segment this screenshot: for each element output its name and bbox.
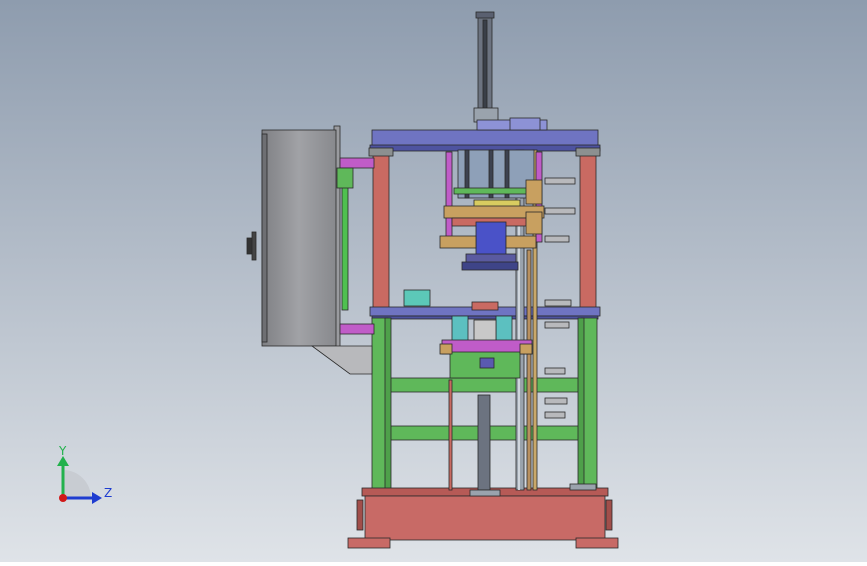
- top-cylinder-cap: [475, 11, 495, 19]
- head-right-tan-block-2: [525, 211, 543, 235]
- head-green-plate: [453, 187, 537, 195]
- base-body: [364, 495, 606, 541]
- frame-crossbar-1: [387, 377, 582, 393]
- die-right-block: [495, 315, 513, 343]
- upper-side-bracket-1: [544, 177, 576, 185]
- die-purple-ring: [479, 357, 495, 369]
- upper-column-right-cap: [575, 147, 601, 157]
- middle-side-bracket-1: [544, 299, 572, 307]
- cabinet-body: [261, 129, 337, 347]
- cabinet-handle-bar: [251, 231, 257, 261]
- lower-cylinder: [477, 394, 491, 491]
- cabinet-green-rail: [341, 185, 349, 311]
- viewport-background: [0, 0, 867, 562]
- cabinet-green-bracket: [336, 167, 354, 189]
- z-axis-label: Z: [104, 486, 112, 500]
- base-foot-right: [575, 537, 619, 549]
- base-foot-left: [347, 537, 391, 549]
- die-top-red: [471, 301, 499, 311]
- top-plate: [371, 129, 599, 147]
- origin-dot: [59, 494, 67, 502]
- lower-inner-post-left: [384, 317, 392, 491]
- upper-column-left: [372, 150, 390, 310]
- side-rod-tan: [526, 249, 532, 491]
- cabinet-door: [261, 133, 268, 343]
- top-cylinder-rod: [482, 19, 488, 111]
- upper-column-right: [579, 150, 597, 310]
- lower-side-bracket-1: [544, 397, 568, 405]
- head-nozzle-tip: [461, 261, 519, 271]
- die-left-tan: [439, 343, 453, 355]
- head-blue-cylinder: [475, 221, 507, 257]
- upper-column-left-cap: [368, 147, 394, 157]
- middle-plate-edge: [371, 315, 599, 320]
- base-side-right: [605, 499, 613, 531]
- die-right-tan: [519, 343, 533, 355]
- head-side-left: [439, 235, 477, 249]
- die-left-block: [451, 315, 469, 343]
- cabinet-mount-top: [339, 157, 375, 169]
- head-side-right: [505, 235, 537, 249]
- lower-side-bracket-2: [544, 411, 566, 419]
- y-axis-label: Y: [58, 444, 67, 458]
- head-right-tan-block: [525, 179, 543, 205]
- left-guide-rod: [448, 379, 453, 491]
- die-sensor-block: [403, 289, 431, 307]
- middle-side-bracket-3: [544, 367, 566, 375]
- cabinet-mount-bottom: [339, 323, 375, 335]
- upper-top-connector: [509, 117, 541, 131]
- upper-side-bracket-3: [544, 235, 570, 243]
- lower-inner-post-right: [577, 317, 585, 491]
- cad-viewport[interactable]: Y Z: [0, 0, 867, 562]
- head-frame-left: [445, 151, 453, 243]
- lower-base-bracket-2: [569, 483, 597, 491]
- cad-scene: Y Z: [0, 0, 867, 562]
- middle-side-bracket-2: [544, 321, 570, 329]
- upper-side-bracket-2: [544, 207, 576, 215]
- lower-base-bracket: [469, 489, 501, 497]
- base-side-left: [356, 499, 364, 531]
